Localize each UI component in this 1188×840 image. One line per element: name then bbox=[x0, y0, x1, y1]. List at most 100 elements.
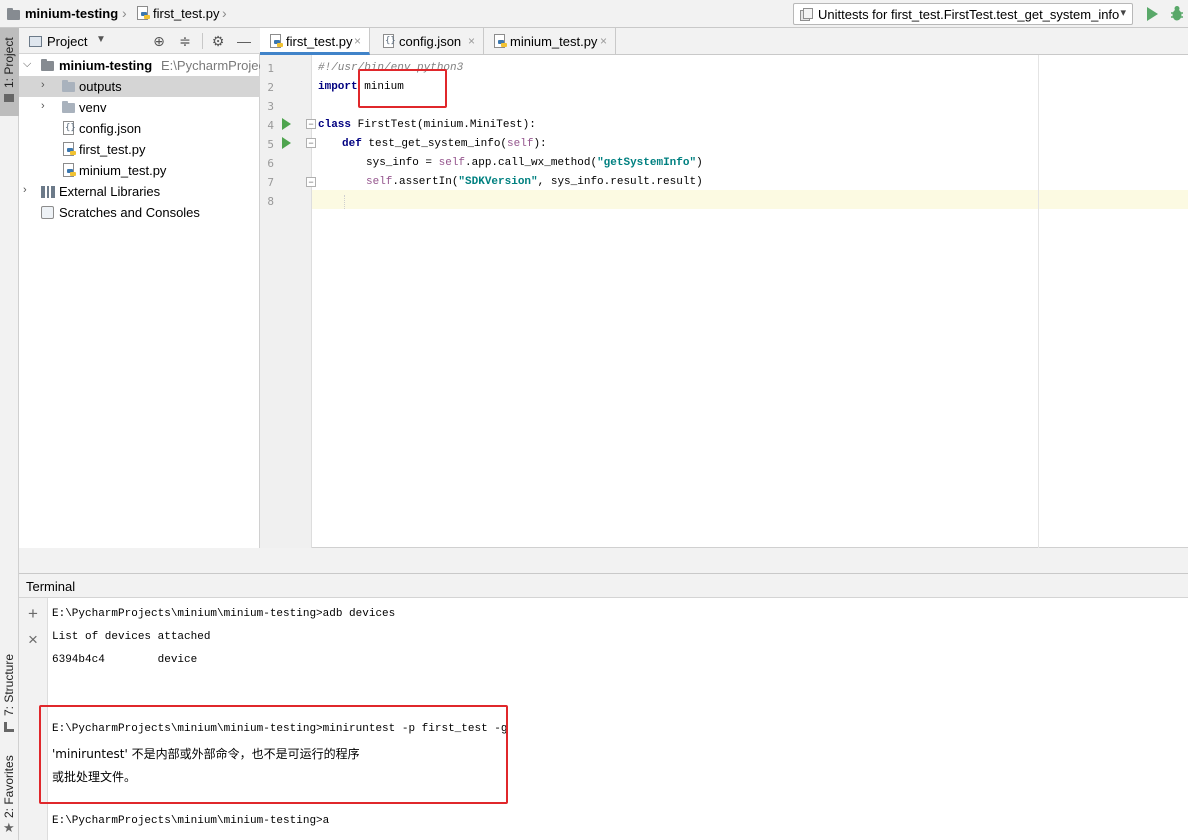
tab-label: minium_test.py bbox=[510, 34, 598, 49]
left-tool-strip: 1: Project 7: Structure 2: Favorites ★ bbox=[0, 28, 19, 840]
self-keyword: self bbox=[438, 157, 466, 169]
tree-item-external-libraries[interactable]: › External Libraries bbox=[19, 181, 260, 202]
tab-minium-test[interactable]: minium_test.py × bbox=[485, 28, 616, 55]
scratches-icon bbox=[41, 206, 54, 219]
code-line-5: def test_get_system_info(self): bbox=[342, 138, 547, 150]
tool-tab-favorites-label: 2: Favorites bbox=[2, 755, 16, 818]
close-icon[interactable]: × bbox=[26, 631, 40, 648]
breadcrumb-file[interactable]: first_test.py bbox=[153, 6, 219, 21]
breadcrumb-project[interactable]: minium-testing bbox=[25, 6, 118, 21]
folder-icon bbox=[62, 80, 75, 92]
tree-item-label: External Libraries bbox=[59, 184, 161, 199]
minimize-icon[interactable]: — bbox=[236, 33, 252, 49]
line-number: 3 bbox=[267, 100, 274, 113]
tree-item-label: venv bbox=[79, 100, 107, 115]
code-text: ): bbox=[533, 138, 547, 150]
python-file-icon bbox=[269, 34, 283, 49]
star-icon: ★ bbox=[3, 820, 15, 835]
tool-tab-favorites[interactable]: 2: Favorites ★ bbox=[0, 748, 19, 840]
tree-root-path: E:\PycharmProjec bbox=[161, 58, 266, 73]
indent-guide bbox=[344, 195, 345, 209]
locate-target-icon[interactable]: ⊕ bbox=[151, 33, 167, 49]
code-text: sys_info = bbox=[366, 157, 439, 169]
code-text: .app.call_wx_method( bbox=[465, 157, 598, 169]
code-line-4: class FirstTest(minium.MiniTest): bbox=[318, 119, 536, 131]
error-highlight-box bbox=[39, 705, 508, 804]
terminal-title: Terminal bbox=[26, 579, 76, 594]
tree-item-first-test[interactable]: first_test.py bbox=[19, 139, 260, 160]
line-number: 8 bbox=[267, 195, 274, 208]
line-number: 1 bbox=[267, 62, 274, 75]
tab-label: config.json bbox=[399, 34, 462, 49]
debug-bug-icon[interactable] bbox=[1170, 5, 1184, 22]
tab-config-json[interactable]: {} config.json × bbox=[371, 28, 484, 55]
terminal-line: List of devices attached bbox=[52, 631, 211, 643]
keyword: def bbox=[342, 138, 362, 150]
project-tab-icon bbox=[4, 94, 14, 102]
terminal-output[interactable]: E:\PycharmProjects\minium\minium-testing… bbox=[39, 598, 1188, 840]
python-file-icon bbox=[493, 34, 507, 49]
editor-tab-bar: first_test.py × {} config.json × minium_… bbox=[260, 28, 1188, 55]
run-configuration-label: Unittests for first_test.FirstTest.test_… bbox=[818, 7, 1120, 22]
tree-item-label: outputs bbox=[79, 79, 122, 94]
project-view-selector[interactable]: Project bbox=[47, 34, 87, 49]
code-text: ) bbox=[696, 157, 703, 169]
self-keyword: self bbox=[366, 176, 393, 188]
tool-tab-structure-label: 7: Structure bbox=[2, 653, 16, 716]
run-test-icon[interactable] bbox=[282, 118, 291, 130]
line-number: 4 bbox=[267, 119, 274, 132]
panel-splitter[interactable] bbox=[19, 548, 1188, 573]
chevron-right-icon[interactable]: › bbox=[41, 100, 45, 112]
tree-root-label: minium-testing bbox=[59, 58, 153, 73]
right-margin-guide bbox=[1038, 55, 1039, 548]
project-panel-header: Project ▼ ⊕ ≑ ⚙ — bbox=[19, 28, 260, 54]
tree-item-venv[interactable]: › venv bbox=[19, 97, 260, 118]
fold-icon[interactable]: − bbox=[306, 177, 316, 187]
code-line-7: self.assertIn("SDKVersion", sys_info.res… bbox=[366, 176, 703, 188]
tab-first-test[interactable]: first_test.py × bbox=[260, 28, 370, 55]
run-configuration-dropdown[interactable]: Unittests for first_test.FirstTest.test_… bbox=[793, 3, 1133, 25]
tool-tab-structure[interactable]: 7: Structure bbox=[0, 650, 19, 740]
unittest-icon bbox=[800, 8, 813, 21]
json-file-icon: {} bbox=[383, 34, 396, 48]
header-divider bbox=[202, 33, 203, 49]
tool-tab-project[interactable]: 1: Project bbox=[0, 28, 19, 116]
self-keyword: self bbox=[507, 138, 534, 150]
code-text: FirstTest(minium.MiniTest): bbox=[351, 119, 536, 131]
tree-item-label: minium_test.py bbox=[79, 163, 167, 178]
chevron-down-icon: ▾ bbox=[1120, 7, 1126, 19]
terminal-line: 6394b4c4 device bbox=[52, 654, 198, 666]
fold-icon[interactable]: − bbox=[306, 138, 316, 148]
code-editor[interactable]: 1 2 3 4 5 6 7 8 − − − #!/usr/bin/env pyt… bbox=[260, 55, 1188, 548]
tree-item-label: first_test.py bbox=[79, 142, 146, 157]
close-icon[interactable]: × bbox=[600, 34, 607, 48]
tree-item-scratches[interactable]: Scratches and Consoles bbox=[19, 202, 260, 223]
line-number: 5 bbox=[267, 138, 274, 151]
tab-label: first_test.py bbox=[286, 34, 353, 49]
tree-item-root[interactable]: ⌵ minium-testing E:\PycharmProjec bbox=[19, 55, 265, 76]
fold-icon[interactable]: − bbox=[306, 119, 316, 129]
structure-tab-icon bbox=[4, 722, 14, 732]
code-text: , sys_info.result.result) bbox=[537, 176, 703, 188]
gear-icon[interactable]: ⚙ bbox=[210, 33, 226, 49]
collapse-all-icon[interactable]: ≑ bbox=[177, 33, 193, 49]
code-text: .assertIn( bbox=[392, 176, 459, 188]
python-file-icon bbox=[62, 163, 76, 178]
current-line-highlight bbox=[312, 190, 1188, 209]
run-test-icon[interactable] bbox=[282, 137, 291, 149]
tree-item-minium-test[interactable]: minium_test.py bbox=[19, 160, 260, 181]
close-icon[interactable]: × bbox=[354, 34, 361, 48]
library-icon bbox=[41, 186, 55, 198]
tree-item-config-json[interactable]: {} config.json bbox=[19, 118, 260, 139]
chevron-right-icon[interactable]: › bbox=[41, 79, 45, 91]
run-icon[interactable] bbox=[1147, 7, 1158, 21]
terminal-line: E:\PycharmProjects\minium\minium-testing… bbox=[52, 608, 396, 620]
chevron-down-icon[interactable]: ⌵ bbox=[23, 58, 31, 71]
tree-item-outputs[interactable]: › outputs bbox=[19, 76, 260, 97]
chevron-down-icon[interactable]: ▼ bbox=[96, 34, 106, 45]
close-icon[interactable]: × bbox=[468, 34, 475, 48]
code-text: test_get_system_info( bbox=[361, 138, 508, 150]
add-terminal-icon[interactable]: + bbox=[26, 605, 40, 622]
chevron-right-icon[interactable]: › bbox=[23, 184, 27, 196]
code-line-6: sys_info = self.app.call_wx_method("getS… bbox=[366, 157, 703, 169]
